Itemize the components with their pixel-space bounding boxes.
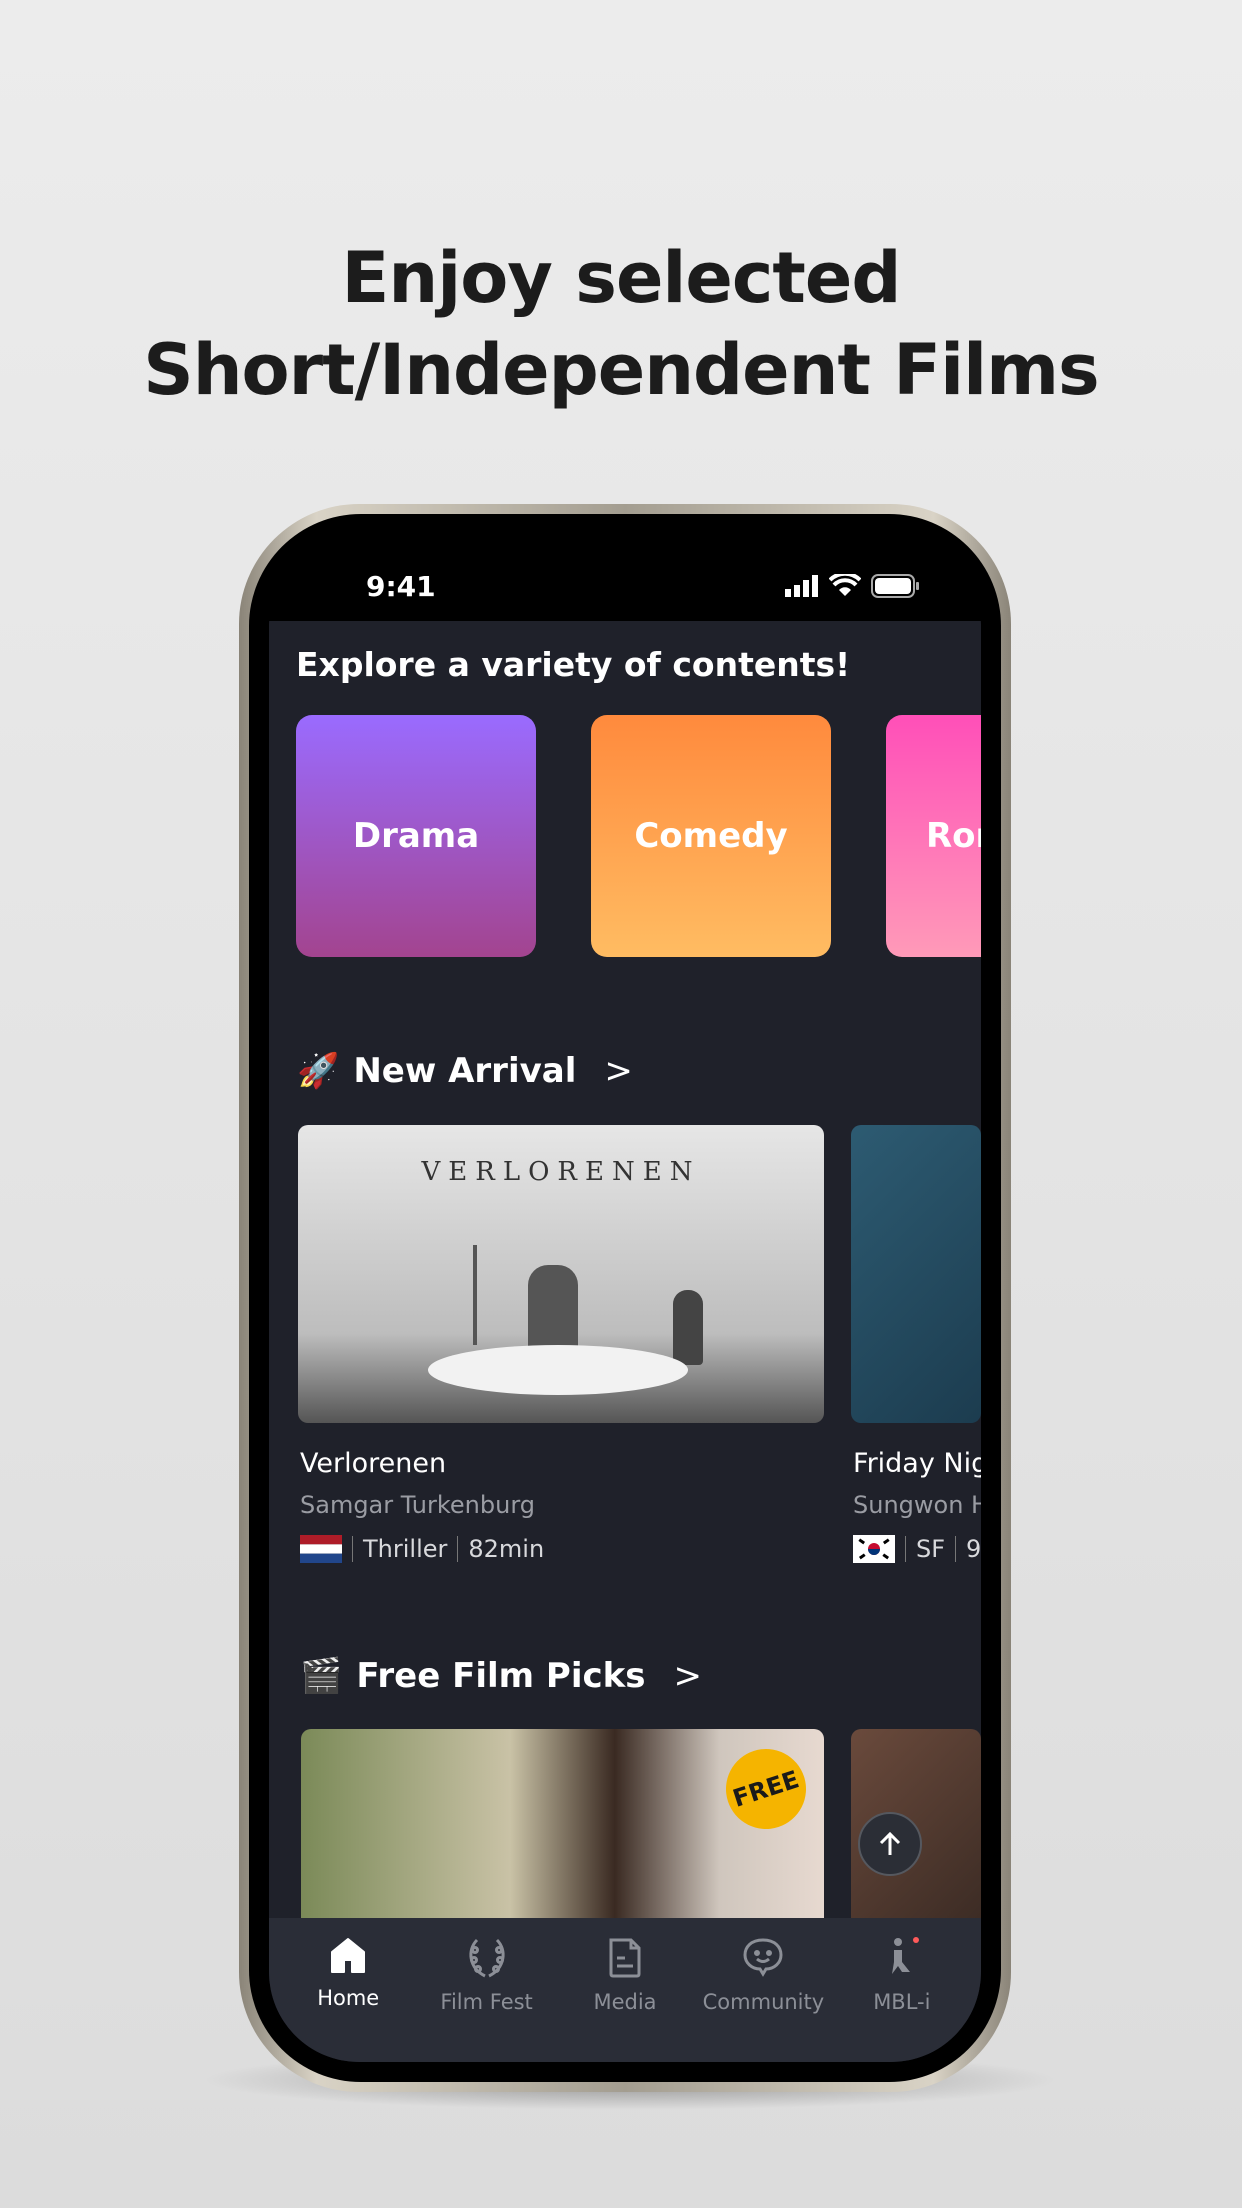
chevron-right-icon[interactable]: > [604, 1051, 633, 1091]
category-comedy[interactable]: Comedy [591, 715, 831, 957]
film-card-friday-night[interactable] [851, 1125, 981, 1423]
explore-title: Explore a variety of contents! [296, 645, 851, 684]
category-romance[interactable]: Romance [886, 715, 981, 957]
category-drama[interactable]: Drama [296, 715, 536, 957]
category-label: Romance [926, 816, 981, 856]
category-label: Drama [352, 816, 480, 856]
nav-home[interactable]: Home [279, 1918, 417, 2062]
clapperboard-icon: 🎬 [300, 1656, 343, 1696]
status-time: 9:41 [366, 570, 436, 603]
new-arrival-header[interactable]: 🚀 New Arrival > [297, 1051, 633, 1091]
section-title: New Arrival [353, 1051, 577, 1091]
status-bar: 9:41 [269, 534, 981, 621]
section-title: Free Film Picks [356, 1656, 646, 1696]
headline: Enjoy selected Short/Independent Films [0, 232, 1242, 416]
nav-film-fest[interactable]: Film Fest [417, 1918, 555, 2062]
wifi-icon [829, 574, 861, 596]
nav-community[interactable]: Community [694, 1918, 832, 2062]
film-genre: SF [916, 1535, 946, 1563]
film-meta: SF 9 [853, 1535, 981, 1563]
south-korea-flag-icon [853, 1535, 895, 1563]
film-duration: 82min [468, 1535, 545, 1563]
category-label: Comedy [634, 816, 788, 856]
arrow-up-icon [879, 1831, 901, 1855]
free-film-card[interactable]: FREE [301, 1729, 824, 1929]
film-director: Samgar Turkenburg [300, 1491, 535, 1519]
film-genre: Thriller [363, 1535, 448, 1563]
signal-icon [785, 575, 818, 597]
free-badge: FREE [715, 1738, 817, 1840]
nav-label: Home [317, 1986, 380, 2010]
poster-title: VERLORENEN [421, 1157, 701, 1187]
nav-media[interactable]: Media [556, 1918, 694, 2062]
headline-line1: Enjoy selected [341, 237, 902, 319]
home-icon [331, 1938, 366, 1973]
film-director: Sungwon H [853, 1491, 981, 1519]
nav-mbl-i[interactable]: MBL-i [833, 1918, 971, 2062]
film-card-verlorenen[interactable]: VERLORENEN [298, 1125, 824, 1423]
nav-label: Community [702, 1990, 825, 2014]
film-duration: 9 [966, 1535, 981, 1563]
film-title[interactable]: Verlorenen [300, 1448, 446, 1479]
bottom-nav: Home Film Fest Media Community MBL-i [269, 1918, 981, 2062]
laurel-icon [469, 1938, 505, 1978]
chevron-right-icon[interactable]: > [674, 1656, 703, 1696]
netherlands-flag-icon [300, 1535, 342, 1563]
nav-label: Film Fest [440, 1990, 533, 2014]
film-title[interactable]: Friday Night [853, 1448, 981, 1479]
rocket-icon: 🚀 [297, 1051, 340, 1091]
mbl-i-icon [891, 1937, 919, 1974]
nav-label: MBL-i [873, 1990, 931, 2014]
document-icon [609, 1938, 641, 1978]
free-picks-header[interactable]: 🎬 Free Film Picks > [300, 1656, 702, 1696]
headline-line2: Short/Independent Films [143, 329, 1099, 411]
scroll-to-top-button[interactable] [858, 1812, 922, 1876]
film-meta: Thriller 82min [300, 1535, 544, 1563]
nav-label: Media [593, 1990, 657, 2014]
chat-smile-icon [743, 1938, 783, 1977]
battery-icon [871, 574, 919, 598]
